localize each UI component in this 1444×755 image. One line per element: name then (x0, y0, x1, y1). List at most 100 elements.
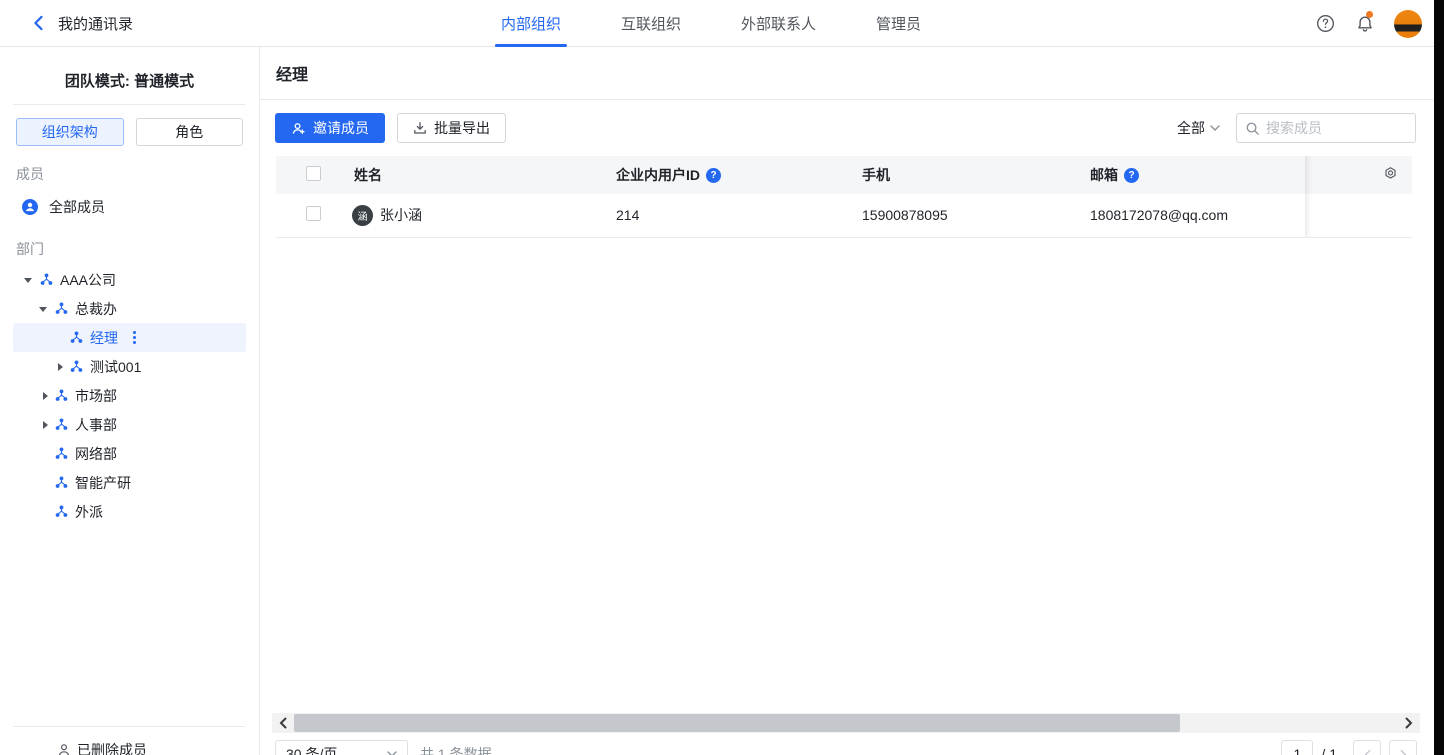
column-settings-gear-icon[interactable] (1383, 166, 1412, 181)
toolbar: 邀请成员 批量导出 全部 (260, 100, 1444, 156)
userid-help-icon[interactable]: ? (706, 168, 721, 183)
tree-item[interactable]: 测试001 (13, 352, 246, 381)
deleted-members-label: 已删除成员 (77, 740, 147, 755)
tree-item-label: 网络部 (75, 444, 117, 464)
tab-1[interactable]: 内部组织 (495, 0, 567, 47)
row-checkbox[interactable] (306, 206, 321, 221)
batch-export-button[interactable]: 批量导出 (397, 113, 506, 143)
header-actions (1314, 0, 1422, 47)
page-title-row: 经理 (260, 47, 1444, 100)
column-header-email: 邮箱 (1090, 165, 1118, 185)
tree-item-label: 测试001 (90, 357, 141, 377)
page-size-select[interactable]: 30 条/页 (275, 740, 408, 755)
column-header-name: 姓名 (354, 165, 382, 185)
role-button[interactable]: 角色 (136, 118, 244, 146)
chevron-down-icon (1210, 125, 1220, 131)
more-actions-icon[interactable] (131, 329, 138, 346)
tab-2[interactable]: 互联组织 (615, 0, 687, 47)
department-icon (55, 505, 68, 518)
tree-item[interactable]: 人事部 (13, 410, 246, 439)
notification-bell-icon[interactable] (1354, 13, 1376, 35)
right-edge-strip (1434, 0, 1444, 755)
department-icon (40, 273, 53, 286)
tab-4[interactable]: 管理员 (870, 0, 927, 47)
view-switch: 组织架构 角色 (0, 105, 259, 146)
prev-page-button[interactable] (1353, 740, 1381, 755)
toolbar-right: 全部 (1177, 113, 1416, 143)
department-icon (55, 447, 68, 460)
notification-dot (1366, 11, 1373, 18)
department-icon (55, 476, 68, 489)
scrollbar-thumb[interactable] (294, 714, 1180, 732)
back-chevron-icon[interactable] (30, 14, 48, 32)
page-total-label: / 1 (1321, 746, 1337, 755)
tree-item-label: 智能产研 (75, 473, 131, 493)
department-icon (70, 331, 83, 344)
page-title: 经理 (276, 61, 308, 85)
search-box[interactable] (1236, 113, 1416, 143)
horizontal-scrollbar[interactable] (272, 713, 1420, 733)
column-header-userid: 企业内用户ID (616, 165, 700, 185)
scroll-left-arrow-icon[interactable] (272, 713, 294, 733)
caret-right-icon[interactable] (39, 392, 55, 400)
page-number-input[interactable]: 1 (1281, 740, 1313, 755)
department-icon (70, 360, 83, 373)
table-body: 涵张小涵214159008780951808172078@qq.com (276, 194, 1412, 237)
department-tree: AAA公司总裁办经理测试001 市场部人事部网络部智能产研外派 (0, 265, 259, 526)
member-avatar: 涵 (352, 205, 373, 226)
page-breadcrumb-title: 我的通讯录 (58, 13, 133, 34)
filter-dropdown[interactable]: 全部 (1177, 118, 1220, 138)
tree-item[interactable]: 总裁办 (13, 294, 246, 323)
top-header: 我的通讯录 内部组织 互联组织 外部联系人 管理员 (0, 0, 1444, 47)
caret-down-icon[interactable] (24, 273, 40, 287)
members-table: 姓名 企业内用户ID? 手机 邮箱? 涵张小涵21415900878095180… (276, 156, 1412, 238)
member-email: 1808172078@qq.com (1090, 194, 1305, 237)
sidebar-footer: 已删除成员 (0, 726, 259, 755)
divider (13, 726, 245, 727)
column-header-phone: 手机 (862, 165, 890, 185)
team-mode-label: 团队模式: 普通模式 (0, 47, 259, 91)
department-icon (55, 389, 68, 402)
invite-person-icon (291, 121, 306, 136)
pagination-bar: 30 条/页 共 1 条数据 1 / 1 (275, 740, 1417, 755)
next-page-button[interactable] (1389, 740, 1417, 755)
search-input[interactable] (1266, 120, 1444, 136)
all-members-label: 全部成员 (49, 197, 105, 217)
tree-item[interactable]: 网络部 (13, 439, 246, 468)
tree-item[interactable]: AAA公司 (13, 265, 246, 294)
member-phone: 15900878095 (862, 194, 1090, 237)
member-userid: 214 (616, 194, 862, 237)
app-window: 我的通讯录 内部组织 互联组织 外部联系人 管理员 团队模式: 普通模式 组织架构 角… (0, 0, 1444, 755)
tree-item[interactable]: 经理 (13, 323, 246, 352)
search-icon (1245, 121, 1260, 136)
tree-item-label: 总裁办 (75, 299, 117, 319)
tab-3[interactable]: 外部联系人 (735, 0, 822, 47)
tree-item-label: 市场部 (75, 386, 117, 406)
chevron-down-icon (387, 751, 397, 755)
tree-item-label: AAA公司 (60, 270, 116, 290)
tree-item[interactable]: 智能产研 (13, 468, 246, 497)
email-help-icon[interactable]: ? (1124, 168, 1139, 183)
all-members-icon (22, 199, 38, 215)
page-controls: 1 / 1 (1281, 740, 1417, 755)
header-back-group[interactable]: 我的通讯录 (0, 13, 133, 34)
scroll-right-arrow-icon[interactable] (1398, 713, 1420, 733)
select-all-checkbox[interactable] (306, 166, 321, 181)
table-row[interactable]: 涵张小涵214159008780951808172078@qq.com (276, 194, 1412, 237)
tree-item-label: 人事部 (75, 415, 117, 435)
user-avatar[interactable] (1394, 10, 1422, 38)
caret-down-icon[interactable] (39, 302, 55, 316)
invite-member-button[interactable]: 邀请成员 (275, 113, 385, 143)
tree-item-label: 外派 (75, 502, 103, 522)
sidebar-item-all-members[interactable]: 全部成员 (13, 192, 246, 221)
deleted-members-item[interactable]: 已删除成员 (0, 740, 259, 755)
deleted-members-icon (57, 743, 71, 755)
caret-right-icon[interactable] (54, 363, 70, 371)
caret-right-icon[interactable] (39, 421, 55, 429)
tree-item[interactable]: 市场部 (13, 381, 246, 410)
department-icon (55, 418, 68, 431)
members-section-label: 成员 (0, 146, 259, 184)
org-structure-button[interactable]: 组织架构 (16, 118, 124, 146)
tree-item[interactable]: 外派 (13, 497, 246, 526)
help-icon[interactable] (1314, 13, 1336, 35)
